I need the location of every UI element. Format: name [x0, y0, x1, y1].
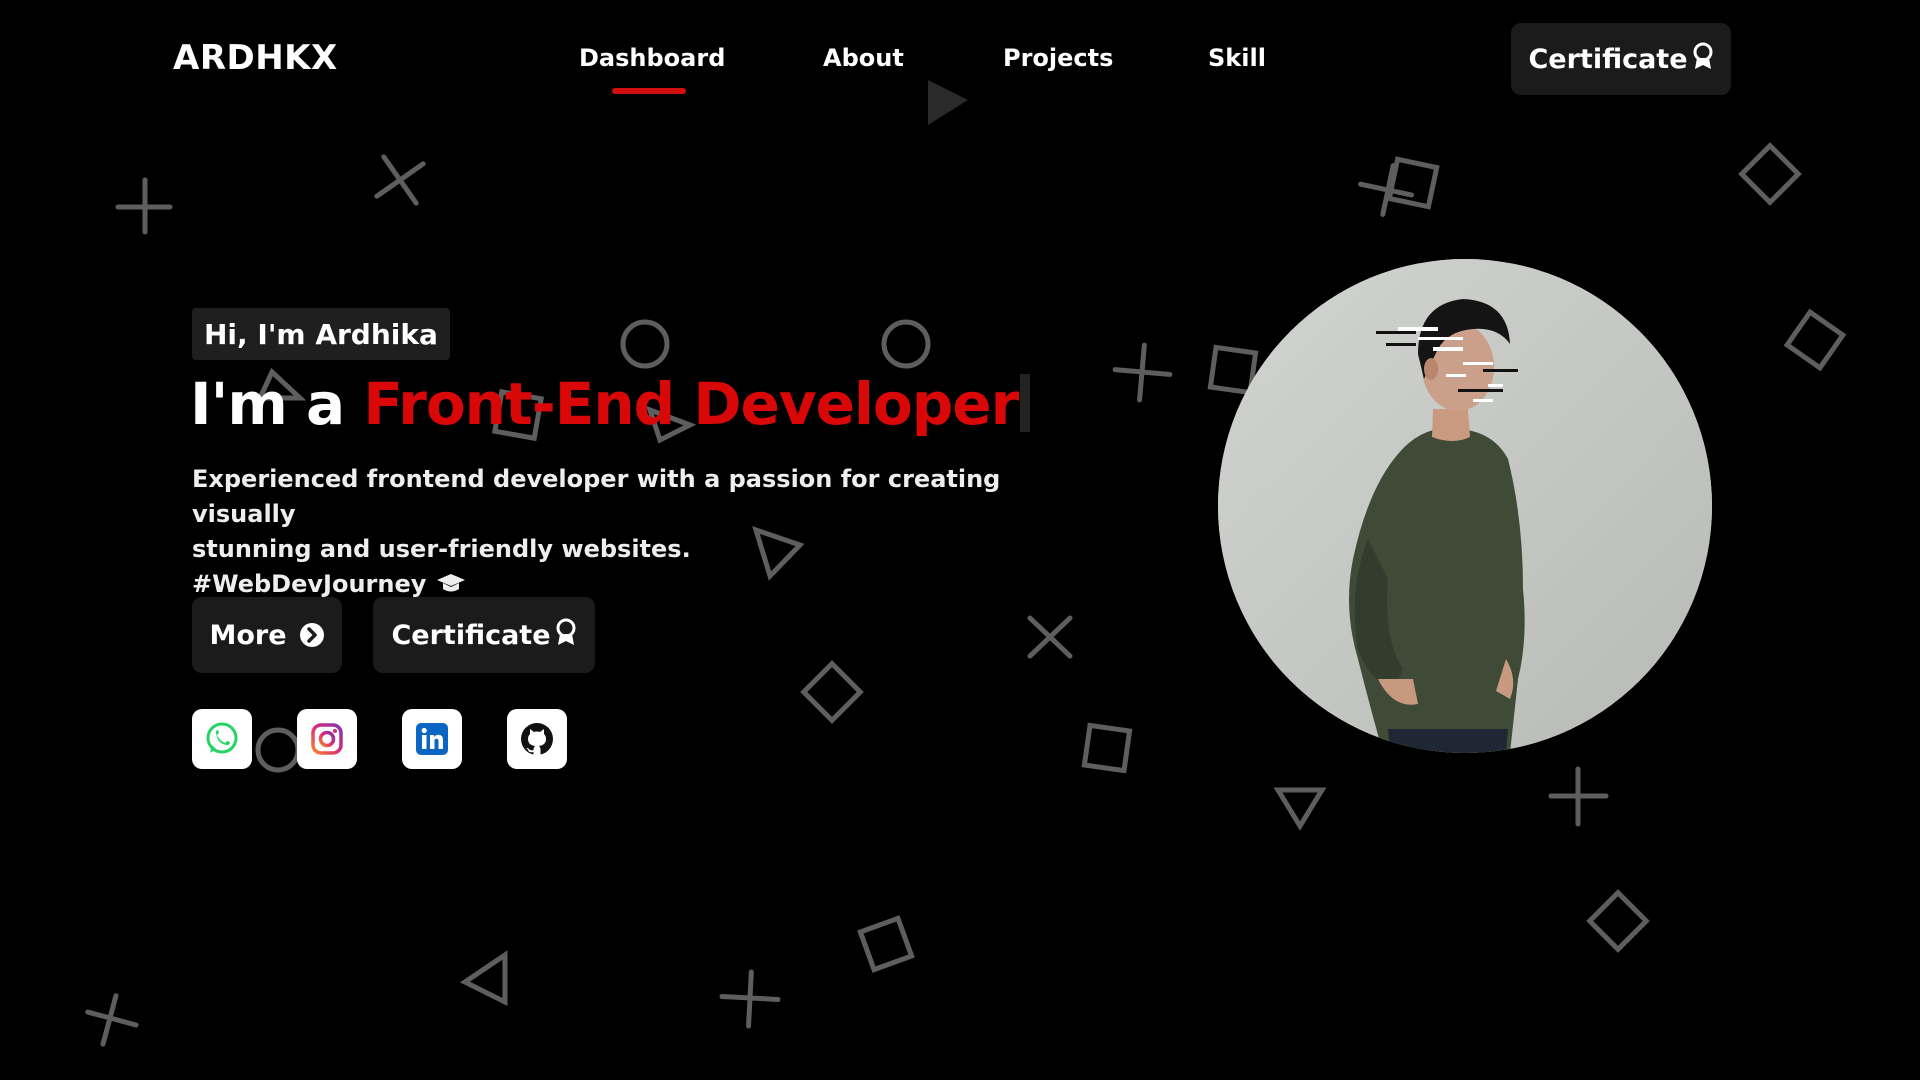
page: ARDHKX Dashboard About Projects Skill Ce…	[0, 0, 1920, 1080]
logo[interactable]: ARDHKX	[173, 38, 338, 78]
nav-item-about[interactable]: About	[823, 44, 904, 72]
certificate-button[interactable]: Certificate	[373, 597, 595, 673]
greeting-text: Hi, I'm Ardhika	[204, 317, 438, 351]
typing-caret	[1020, 374, 1031, 432]
nav-active-indicator	[612, 88, 686, 94]
graduation-cap-icon	[435, 570, 467, 598]
chevron-circle-right-icon	[299, 622, 325, 648]
nav-item-skill[interactable]: Skill	[1208, 44, 1266, 72]
github-icon	[521, 723, 553, 755]
profile-photo	[1218, 259, 1712, 753]
more-button-label: More	[209, 619, 287, 651]
whatsapp-icon	[206, 722, 238, 754]
hero-description: Experienced frontend developer with a pa…	[192, 462, 1042, 602]
hero-headline: I'm a Front-End Developer	[190, 370, 1031, 438]
profile-illustration	[1218, 259, 1712, 753]
nav-item-dashboard[interactable]: Dashboard	[579, 44, 725, 72]
certificate-button-label: Certificate	[391, 619, 551, 651]
github-link[interactable]	[507, 709, 567, 769]
award-icon	[1692, 42, 1714, 77]
whatsapp-link[interactable]	[192, 709, 252, 769]
linkedin-link[interactable]	[402, 709, 462, 769]
navbar: ARDHKX Dashboard About Projects Skill Ce…	[0, 0, 1920, 120]
instagram-link[interactable]	[297, 709, 357, 769]
description-line-1: Experienced frontend developer with a pa…	[192, 465, 1001, 528]
nav-certificate-label: Certificate	[1528, 43, 1688, 75]
headline-role: Front-End Developer	[363, 370, 1019, 438]
hashtag-text: #WebDevJourney	[192, 570, 427, 598]
nav-certificate-button[interactable]: Certificate	[1511, 23, 1731, 95]
award-icon	[555, 618, 577, 653]
headline-prefix: I'm a	[190, 370, 345, 438]
nav-item-projects[interactable]: Projects	[1003, 44, 1113, 72]
instagram-icon	[311, 723, 343, 755]
greeting-badge: Hi, I'm Ardhika	[192, 308, 450, 360]
description-line-2: stunning and user-friendly websites.	[192, 535, 691, 563]
more-button[interactable]: More	[192, 597, 342, 673]
linkedin-icon	[416, 723, 448, 755]
